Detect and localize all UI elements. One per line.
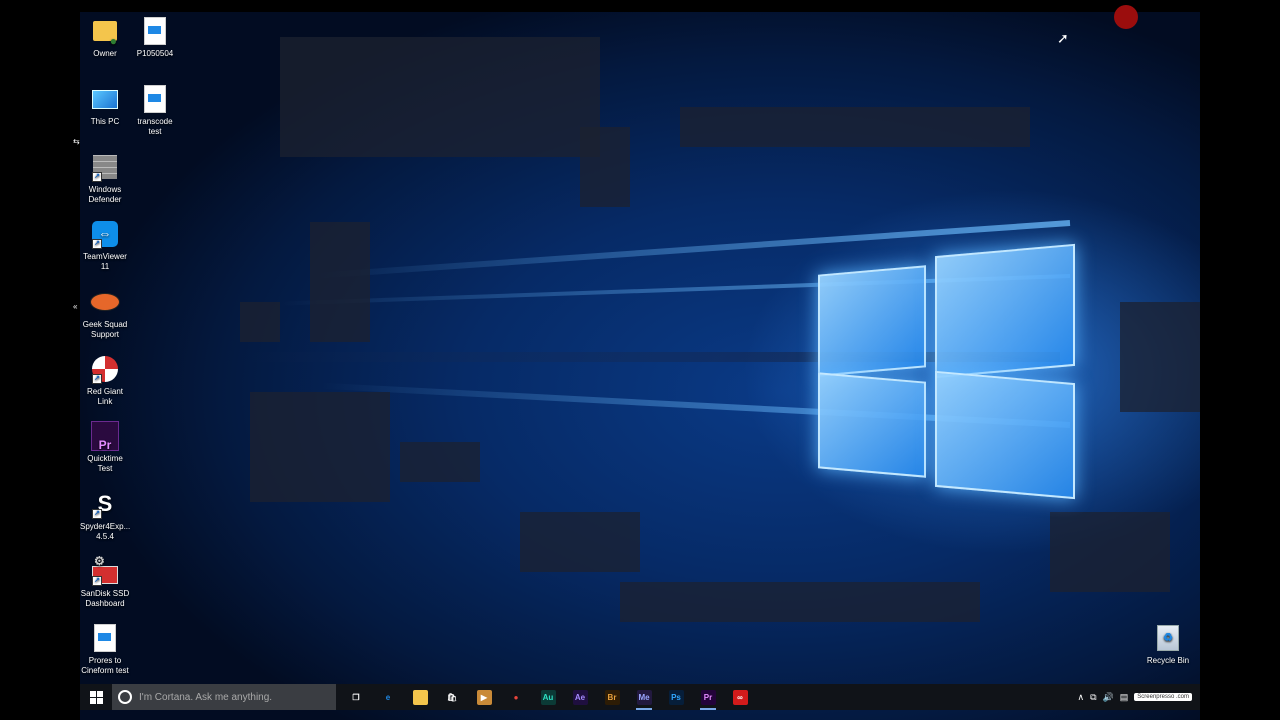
monitor-icon — [90, 84, 120, 114]
desktop-icon-label: TeamViewer 11 — [83, 252, 127, 271]
video-file-icon — [140, 84, 170, 114]
desktop-icon-windows-defender[interactable]: ↗ Windows Defender — [80, 152, 130, 205]
desktop-icon-quicktime-test[interactable]: Pr Quicktime Test — [80, 421, 130, 474]
taskbar-chrome-button[interactable]: ● — [500, 684, 532, 710]
edge-arrow-icon: ⇆ — [73, 137, 80, 146]
action-center-icon[interactable]: ▤ — [1120, 692, 1129, 703]
creative-cloud-icon: ∞ — [732, 689, 748, 705]
taskbar-bridge-button[interactable]: Br — [596, 684, 628, 710]
taskbar-audition-button[interactable]: Au — [532, 684, 564, 710]
taskbar-task-view-button[interactable]: ❐ — [340, 684, 372, 710]
taskbar-media-player-button[interactable]: ▶ — [468, 684, 500, 710]
volume-icon[interactable]: 🔊 — [1103, 692, 1114, 703]
desktop-icon-sandisk-dashboard[interactable]: ⚙ ↗ SanDisk SSD Dashboard — [80, 555, 130, 609]
desktop-icon-label: Recycle Bin — [1146, 656, 1190, 665]
wallpaper-artifact — [1120, 302, 1200, 412]
desktop-icon-label: Red Giant Link — [86, 387, 124, 406]
red-giant-icon: ↗ — [90, 354, 120, 384]
file-explorer-icon: ▬ — [412, 689, 428, 705]
wallpaper-artifact — [240, 302, 280, 342]
cortana-icon — [118, 690, 132, 704]
desktop-icon-label: Prores to Cineform test — [81, 656, 129, 675]
taskbar-media-encoder-button[interactable]: Me — [628, 684, 660, 710]
taskbar-after-effects-button[interactable]: Ae — [564, 684, 596, 710]
start-button[interactable] — [80, 684, 112, 710]
taskbar-creative-cloud-button[interactable]: ∞ — [724, 684, 756, 710]
windows-start-icon — [89, 690, 103, 704]
desktop-icon-geek-squad[interactable]: Geek Squad Support — [80, 287, 130, 340]
premiere-project-icon: Pr — [90, 421, 120, 451]
wallpaper-artifact — [520, 512, 640, 572]
wallpaper-artifact — [250, 392, 390, 502]
desktop-icon-this-pc[interactable]: This PC — [80, 84, 130, 127]
spyder-icon: S ↗ — [90, 489, 120, 519]
edge-arrow-icon: « — [73, 302, 78, 311]
search-placeholder: I'm Cortana. Ask me anything. — [139, 691, 273, 703]
wallpaper-artifact — [620, 582, 980, 622]
premiere-icon: Pr — [700, 689, 716, 705]
media-encoder-icon: Me — [636, 689, 652, 705]
defender-icon: ↗ — [90, 152, 120, 182]
desktop-icon-label: Windows Defender — [88, 185, 122, 204]
wallpaper-artifact — [680, 107, 1030, 147]
mouse-cursor-icon: ➚ — [1057, 30, 1069, 46]
taskbar: I'm Cortana. Ask me anything. ❐ e ▬ 🛍 ▶ ● Au Ae… — [80, 684, 1200, 710]
media-player-icon: ▶ — [476, 689, 492, 705]
windows-logo-pane — [935, 243, 1075, 379]
wallpaper-artifact — [580, 127, 630, 207]
taskbar-photoshop-button[interactable]: Ps — [660, 684, 692, 710]
desktop-icon-label: Quicktime Test — [87, 454, 123, 473]
windows-logo-pane — [818, 372, 926, 478]
desktop-icon-label: P1050504 — [136, 49, 174, 58]
desktop-icon-owner[interactable]: ● Owner — [80, 16, 130, 59]
wallpaper-artifact — [280, 37, 600, 157]
wallpaper-artifact — [400, 442, 480, 482]
desktop-wallpaper — [80, 12, 1200, 720]
desktop-icon-label: Geek Squad Support — [82, 320, 128, 339]
chrome-icon: ● — [513, 692, 519, 702]
network-icon[interactable]: ⧉ — [1090, 692, 1096, 703]
desktop-icon-label: Spyder4Exp... 4.5.4 — [80, 522, 131, 541]
after-effects-icon: Ae — [572, 689, 588, 705]
taskbar-file-explorer-button[interactable]: ▬ — [404, 684, 436, 710]
wallpaper-artifact — [1050, 512, 1170, 592]
geek-squad-icon — [90, 287, 120, 317]
tray-chevron-icon[interactable]: ∧ — [1078, 692, 1085, 703]
video-file-icon — [90, 623, 120, 653]
teamviewer-icon: ⇔ ↗ — [90, 219, 120, 249]
windows-logo-pane — [818, 265, 926, 377]
recycle-bin-icon: ♻ — [1153, 623, 1183, 653]
cortana-search-box[interactable]: I'm Cortana. Ask me anything. — [112, 684, 336, 710]
video-file-icon — [140, 16, 170, 46]
desktop-icon-label: SanDisk SSD Dashboard — [80, 589, 130, 608]
desktop-icon-label: Owner — [93, 49, 117, 58]
desktop-icon-spyder4[interactable]: S ↗ Spyder4Exp... 4.5.4 — [80, 489, 130, 542]
desktop-icon-teamviewer[interactable]: ⇔ ↗ TeamViewer 11 — [80, 219, 130, 272]
audition-icon: Au — [540, 689, 556, 705]
taskbar-premiere-button[interactable]: Pr — [692, 684, 724, 710]
system-tray: ∧ ⧉ 🔊 ▤ Screenpresso .com — [1078, 692, 1200, 703]
desktop-icon-red-giant-link[interactable]: ↗ Red Giant Link — [80, 354, 130, 407]
store-icon: 🛍 — [446, 692, 458, 702]
user-folder-icon: ● — [90, 16, 120, 47]
taskbar-store-button[interactable]: 🛍 — [436, 684, 468, 710]
sandisk-icon: ⚙ ↗ — [90, 555, 120, 586]
bridge-icon: Br — [604, 689, 620, 705]
screenpresso-watermark: Screenpresso .com — [1134, 693, 1192, 701]
desktop-icon-recycle-bin[interactable]: ♻ Recycle Bin — [1143, 623, 1193, 666]
record-indicator-icon — [1114, 5, 1138, 29]
desktop-icon-prores-cineform[interactable]: Prores to Cineform test — [80, 623, 130, 676]
desktop-icon-transcode-test[interactable]: transcode test — [130, 84, 180, 137]
wallpaper-artifact — [310, 222, 370, 342]
desktop-icon-label: transcode test — [137, 117, 173, 136]
edge-icon: e — [385, 692, 391, 702]
task-view-icon: ❐ — [352, 692, 360, 702]
taskbar-edge-button[interactable]: e — [372, 684, 404, 710]
windows-logo-pane — [935, 370, 1075, 500]
desktop-icon-label: This PC — [90, 117, 120, 126]
photoshop-icon: Ps — [668, 689, 684, 705]
desktop-icon-p1050504[interactable]: P1050504 — [130, 16, 180, 59]
